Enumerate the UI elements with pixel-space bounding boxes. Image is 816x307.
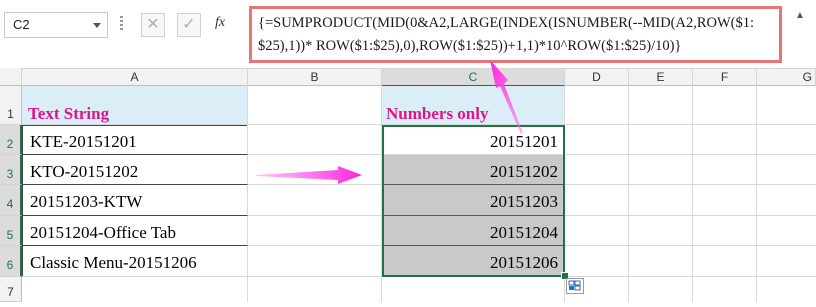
annotation-arrows xyxy=(256,60,523,184)
up-arrow-icon xyxy=(490,60,523,134)
right-arrow-icon xyxy=(256,166,362,184)
